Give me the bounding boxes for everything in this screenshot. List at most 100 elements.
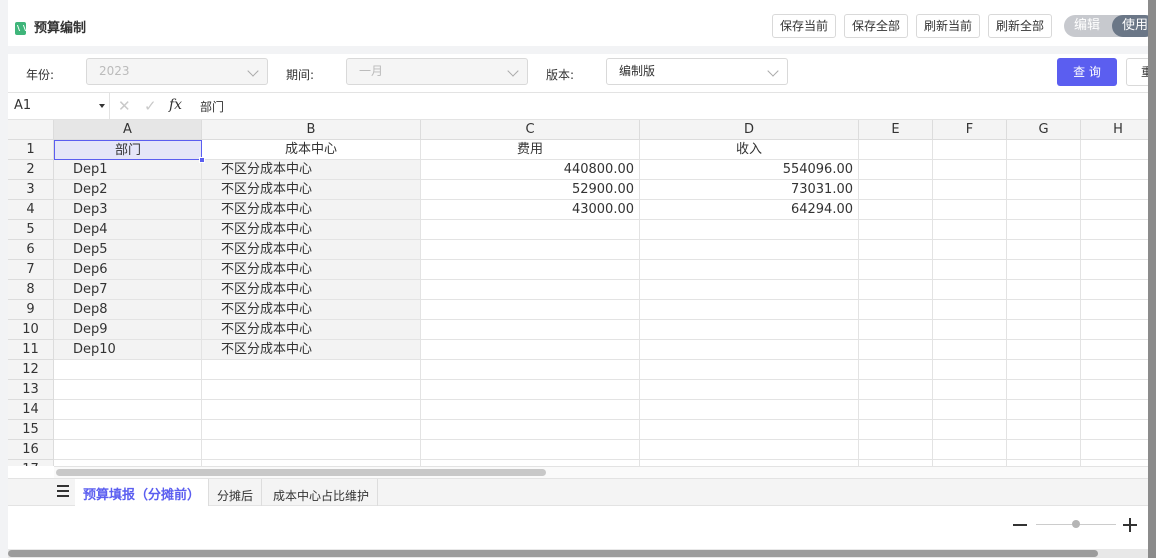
cell-d16[interactable] <box>640 440 859 460</box>
row-header[interactable]: 12 <box>8 360 54 380</box>
cell-e3[interactable] <box>859 180 933 200</box>
cell-g1[interactable] <box>1007 140 1081 160</box>
page-horizontal-scrollbar[interactable] <box>8 549 1156 558</box>
save-current-button[interactable]: 保存当前 <box>772 14 837 38</box>
cell-e10[interactable] <box>859 320 933 340</box>
cell-h9[interactable] <box>1081 300 1156 320</box>
cell-a7[interactable]: Dep6 <box>54 260 202 280</box>
version-select[interactable]: 编制版 <box>606 58 788 85</box>
cell-b12[interactable] <box>202 360 421 380</box>
cell-f8[interactable] <box>933 280 1007 300</box>
cell-b3[interactable]: 不区分成本中心 <box>202 180 421 200</box>
cell-d8[interactable] <box>640 280 859 300</box>
row-header[interactable]: 10 <box>8 320 54 340</box>
cell-b15[interactable] <box>202 420 421 440</box>
row-header[interactable]: 7 <box>8 260 54 280</box>
cell-c5[interactable] <box>421 220 640 240</box>
cell-h10[interactable] <box>1081 320 1156 340</box>
cell-g9[interactable] <box>1007 300 1081 320</box>
cell-h4[interactable] <box>1081 200 1156 220</box>
cell-h14[interactable] <box>1081 400 1156 420</box>
cell-name-box[interactable]: A1 <box>8 93 110 119</box>
cell-g5[interactable] <box>1007 220 1081 240</box>
cell-g15[interactable] <box>1007 420 1081 440</box>
cell-c15[interactable] <box>421 420 640 440</box>
cell-f6[interactable] <box>933 240 1007 260</box>
query-button[interactable]: 查 询 <box>1057 58 1117 86</box>
cell-a6[interactable]: Dep5 <box>54 240 202 260</box>
cell-a12[interactable] <box>54 360 202 380</box>
cell-a14[interactable] <box>54 400 202 420</box>
cell-b11[interactable]: 不区分成本中心 <box>202 340 421 360</box>
cell-d7[interactable] <box>640 260 859 280</box>
cell-h8[interactable] <box>1081 280 1156 300</box>
cell-a4[interactable]: Dep3 <box>54 200 202 220</box>
cell-b4[interactable]: 不区分成本中心 <box>202 200 421 220</box>
cell-h16[interactable] <box>1081 440 1156 460</box>
cell-a11[interactable]: Dep10 <box>54 340 202 360</box>
cell-c3[interactable]: 52900.00 <box>421 180 640 200</box>
cell-e14[interactable] <box>859 400 933 420</box>
tab-budget-before-allocation[interactable]: 预算填报（分摊前） <box>75 479 210 506</box>
cell-d9[interactable] <box>640 300 859 320</box>
cell-a8[interactable]: Dep7 <box>54 280 202 300</box>
cell-f7[interactable] <box>933 260 1007 280</box>
scroll-thumb[interactable] <box>56 469 546 476</box>
cell-g12[interactable] <box>1007 360 1081 380</box>
save-all-button[interactable]: 保存全部 <box>844 14 909 38</box>
cell-c16[interactable] <box>421 440 640 460</box>
column-header-d[interactable]: D <box>640 120 859 140</box>
cell-d4[interactable]: 64294.00 <box>640 200 859 220</box>
cell-f1[interactable] <box>933 140 1007 160</box>
cell-g16[interactable] <box>1007 440 1081 460</box>
cell-g7[interactable] <box>1007 260 1081 280</box>
cell-a5[interactable]: Dep4 <box>54 220 202 240</box>
function-icon[interactable]: fx <box>169 97 182 113</box>
tab-after-allocation[interactable]: 分摊后 <box>209 479 263 506</box>
column-header-c[interactable]: C <box>421 120 640 140</box>
select-all-corner[interactable] <box>8 120 54 140</box>
cell-e16[interactable] <box>859 440 933 460</box>
cell-h3[interactable] <box>1081 180 1156 200</box>
cell-g11[interactable] <box>1007 340 1081 360</box>
row-header[interactable]: 5 <box>8 220 54 240</box>
cell-b10[interactable]: 不区分成本中心 <box>202 320 421 340</box>
cell-c13[interactable] <box>421 380 640 400</box>
refresh-all-button[interactable]: 刷新全部 <box>988 14 1053 38</box>
cell-a9[interactable]: Dep8 <box>54 300 202 320</box>
cell-d1[interactable]: 收入 <box>640 140 859 160</box>
cell-e4[interactable] <box>859 200 933 220</box>
row-header[interactable]: 6 <box>8 240 54 260</box>
cell-e8[interactable] <box>859 280 933 300</box>
cell-a3[interactable]: Dep2 <box>54 180 202 200</box>
cell-g2[interactable] <box>1007 160 1081 180</box>
cell-h13[interactable] <box>1081 380 1156 400</box>
fill-handle[interactable] <box>199 157 205 163</box>
row-header[interactable]: 15 <box>8 420 54 440</box>
cell-f9[interactable] <box>933 300 1007 320</box>
cell-g14[interactable] <box>1007 400 1081 420</box>
cell-c6[interactable] <box>421 240 640 260</box>
cell-a2[interactable]: Dep1 <box>54 160 202 180</box>
cell-g10[interactable] <box>1007 320 1081 340</box>
window-scrollbar-edge[interactable] <box>1148 0 1156 558</box>
cell-d10[interactable] <box>640 320 859 340</box>
cell-c4[interactable]: 43000.00 <box>421 200 640 220</box>
cell-f11[interactable] <box>933 340 1007 360</box>
column-header-a[interactable]: A <box>54 120 202 140</box>
row-header[interactable]: 3 <box>8 180 54 200</box>
row-header[interactable]: 13 <box>8 380 54 400</box>
cell-h12[interactable] <box>1081 360 1156 380</box>
cell-a13[interactable] <box>54 380 202 400</box>
column-header-f[interactable]: F <box>933 120 1007 140</box>
cell-d5[interactable] <box>640 220 859 240</box>
row-header[interactable]: 11 <box>8 340 54 360</box>
cell-b13[interactable] <box>202 380 421 400</box>
cell-e13[interactable] <box>859 380 933 400</box>
cell-f13[interactable] <box>933 380 1007 400</box>
cell-d14[interactable] <box>640 400 859 420</box>
cell-c14[interactable] <box>421 400 640 420</box>
cell-c2[interactable]: 440800.00 <box>421 160 640 180</box>
cell-c11[interactable] <box>421 340 640 360</box>
row-header[interactable]: 1 <box>8 140 54 160</box>
